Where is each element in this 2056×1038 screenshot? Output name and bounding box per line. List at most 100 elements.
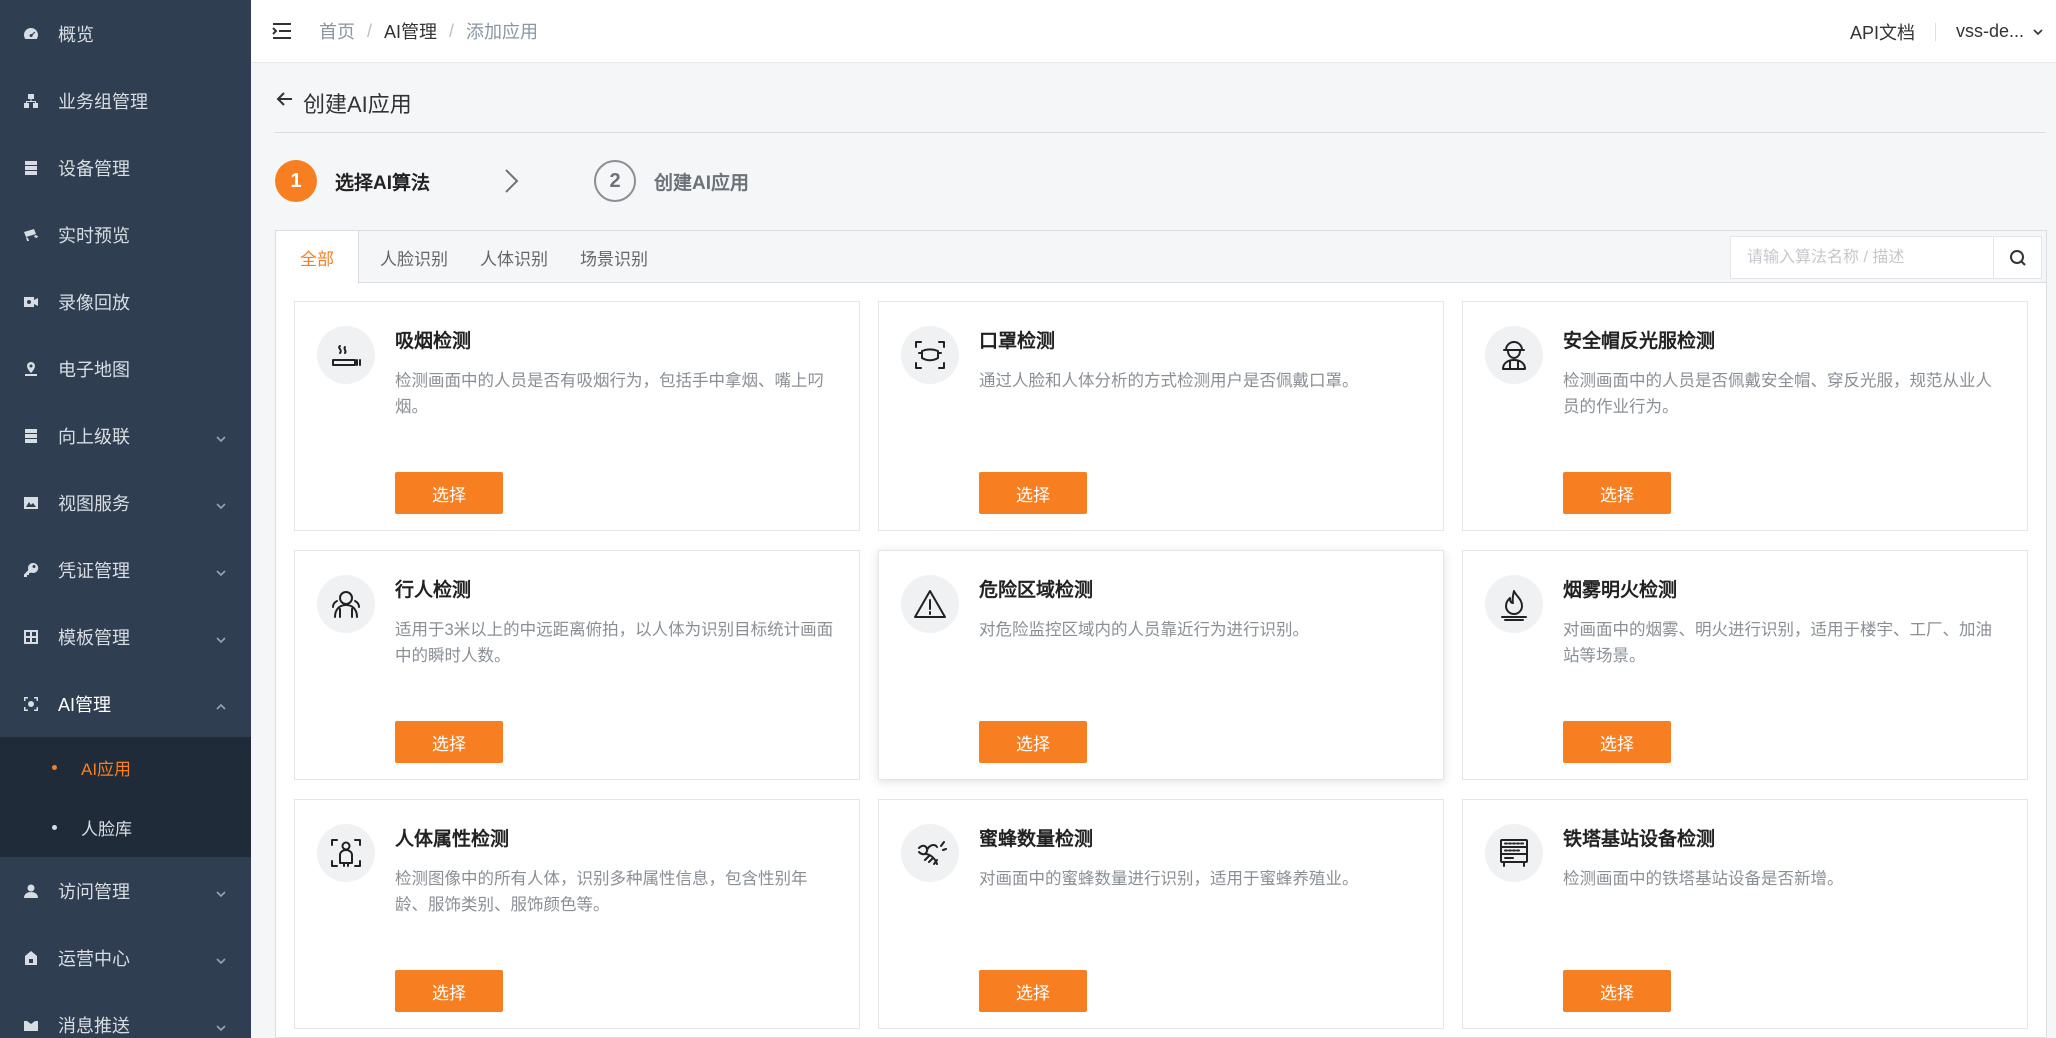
breadcrumb-home[interactable]: 首页 <box>319 18 355 44</box>
breadcrumb-ai-management[interactable]: AI管理 <box>384 18 437 44</box>
cascade-icon <box>22 427 40 445</box>
map-icon <box>22 360 40 378</box>
select-button[interactable]: 选择 <box>1563 721 1671 763</box>
message-icon <box>22 1016 40 1034</box>
chevron-down-icon <box>215 563 227 577</box>
top-right-actions: API文档 vss-de... <box>1850 0 2044 63</box>
tab-body-recognition[interactable]: 人体识别 <box>456 231 572 283</box>
bullet-icon <box>52 824 57 830</box>
algorithm-card-helmet: 安全帽反光服检测 检测画面中的人员是否佩戴安全帽、穿反光服，规范从业人员的作业行… <box>1462 301 2028 531</box>
sidebar-item-label: 概览 <box>58 24 94 45</box>
card-description: 检测画面中的铁塔基站设备是否新增。 <box>1563 870 1844 888</box>
warning-icon <box>901 575 959 633</box>
sidebar-item-credential[interactable]: 凭证管理 <box>0 536 251 603</box>
card-description: 检测图像中的所有人体，识别多种属性信息，包含性别年龄、服饰类别、服饰颜色等。 <box>395 870 808 914</box>
sidebar-item-map[interactable]: 电子地图 <box>0 335 251 402</box>
chevron-down-icon <box>215 884 227 898</box>
ai-submenu: AI应用 人脸库 <box>0 737 251 857</box>
sidebar-item-view-service[interactable]: 视图服务 <box>0 469 251 536</box>
sidebar-item-label: 录像回放 <box>58 292 130 313</box>
tower-device-icon <box>1485 824 1543 882</box>
sidebar-subitem-face-library[interactable]: 人脸库 <box>0 797 251 857</box>
algorithm-card-fire: 烟雾明火检测 对画面中的烟雾、明火进行识别，适用于楼宇、工厂、加油站等场景。 选… <box>1462 550 2028 780</box>
chevron-up-icon <box>215 697 227 710</box>
ai-icon <box>22 695 40 713</box>
back-arrow-icon[interactable] <box>275 89 295 109</box>
tab-scene-recognition[interactable]: 场景识别 <box>556 231 672 283</box>
step-1-number: 1 <box>275 160 317 202</box>
algorithm-card-bee: 蜜蜂数量检测 对画面中的蜜蜂数量进行识别，适用于蜜蜂养殖业。 选择 <box>878 799 1444 1029</box>
card-description: 通过人脸和人体分析的方式检测用户是否佩戴口罩。 <box>979 372 1359 390</box>
menu-fold-icon[interactable] <box>271 21 293 41</box>
bee-icon <box>901 824 959 882</box>
algorithm-panel: 全部 人脸识别 人体识别 场景识别 吸烟检测 检测画面中的人员是否有吸烟行为，包… <box>275 230 2047 1038</box>
card-title: 危险区域检测 <box>979 580 1094 601</box>
select-button[interactable]: 选择 <box>979 970 1087 1012</box>
sidebar-item-label: 向上级联 <box>58 426 130 447</box>
operations-icon <box>22 949 40 967</box>
algorithm-card-danger-zone: 危险区域检测 对危险监控区域内的人员靠近行为进行识别。 选择 <box>878 550 1444 780</box>
step-2-label: 创建AI应用 <box>654 172 750 194</box>
search-input[interactable] <box>1731 237 1993 278</box>
card-title: 吸烟检测 <box>395 331 472 352</box>
main-content: 创建AI应用 1 选择AI算法 2 创建AI应用 全部 人脸识别 人体识别 场景… <box>251 63 2056 1038</box>
sidebar-item-access[interactable]: 访问管理 <box>0 857 251 924</box>
sidebar-item-live-preview[interactable]: 实时预览 <box>0 201 251 268</box>
sidebar-item-label: AI管理 <box>58 694 112 715</box>
server-icon <box>22 159 40 177</box>
sidebar-item-label: 业务组管理 <box>58 91 148 112</box>
org-icon <box>22 92 40 110</box>
select-button[interactable]: 选择 <box>395 721 503 763</box>
sidebar-item-device[interactable]: 设备管理 <box>0 134 251 201</box>
search-box <box>1730 236 2042 279</box>
pedestrian-icon <box>317 575 375 633</box>
sidebar-item-playback[interactable]: 录像回放 <box>0 268 251 335</box>
tab-all[interactable]: 全部 <box>276 231 359 284</box>
algorithm-card-tower-device: 铁塔基站设备检测 检测画面中的铁塔基站设备是否新增。 选择 <box>1462 799 2028 1029</box>
template-icon <box>22 628 40 646</box>
steps: 1 选择AI算法 2 创建AI应用 <box>275 159 749 203</box>
sidebar-item-label: 访问管理 <box>58 881 130 902</box>
algorithm-card-mask: 口罩检测 通过人脸和人体分析的方式检测用户是否佩戴口罩。 选择 <box>878 301 1444 531</box>
sidebar-item-operations[interactable]: 运营中心 <box>0 924 251 991</box>
image-icon <box>22 494 40 512</box>
chevron-down-icon <box>215 630 227 644</box>
sidebar-item-label: 消息推送 <box>58 1015 130 1036</box>
select-button[interactable]: 选择 <box>1563 472 1671 514</box>
sidebar-subitem-label: 人脸库 <box>81 819 132 839</box>
card-description: 检测画面中的人员是否佩戴安全帽、穿反光服，规范从业人员的作业行为。 <box>1563 372 1992 416</box>
chevron-down-icon <box>2033 28 2043 35</box>
sidebar-item-label: 凭证管理 <box>58 560 130 581</box>
smoking-icon <box>317 326 375 384</box>
sidebar-item-label: 实时预览 <box>58 225 130 246</box>
sidebar-item-label: 视图服务 <box>58 493 130 514</box>
tab-face-recognition[interactable]: 人脸识别 <box>356 231 472 283</box>
breadcrumb: 首页 / AI管理 / 添加应用 <box>319 18 538 44</box>
sidebar-item-business-group[interactable]: 业务组管理 <box>0 67 251 134</box>
mask-icon <box>901 326 959 384</box>
api-docs-link[interactable]: API文档 <box>1850 19 1915 45</box>
select-button[interactable]: 选择 <box>1563 970 1671 1012</box>
sidebar-item-cascade[interactable]: 向上级联 <box>0 402 251 469</box>
user-menu[interactable]: vss-de... <box>1956 21 2044 42</box>
select-button[interactable]: 选择 <box>395 970 503 1012</box>
card-title: 烟雾明火检测 <box>1563 580 1678 601</box>
dashboard-icon <box>22 25 40 43</box>
sidebar-item-ai-management[interactable]: AI管理 <box>0 670 251 737</box>
select-button[interactable]: 选择 <box>979 721 1087 763</box>
user-name: vss-de... <box>1955 21 2024 41</box>
sidebar-subitem-ai-app[interactable]: AI应用 <box>0 737 251 797</box>
sidebar-item-overview[interactable]: 概览 <box>0 0 251 67</box>
chevron-down-icon <box>215 496 227 510</box>
algorithm-card-pedestrian: 行人检测 适用于3米以上的中远距离俯拍，以人体为识别目标统计画面中的瞬时人数。 … <box>294 550 860 780</box>
sidebar-item-message-push[interactable]: 消息推送 <box>0 991 251 1038</box>
sidebar-item-template[interactable]: 模板管理 <box>0 603 251 670</box>
search-icon[interactable] <box>1993 237 2041 278</box>
select-button[interactable]: 选择 <box>395 472 503 514</box>
chevron-right-icon <box>502 167 522 195</box>
camera-icon <box>22 226 40 244</box>
page-header: 创建AI应用 <box>275 83 2045 133</box>
body-attribute-icon <box>317 824 375 882</box>
sidebar-item-label: 运营中心 <box>58 948 130 969</box>
select-button[interactable]: 选择 <box>979 472 1087 514</box>
